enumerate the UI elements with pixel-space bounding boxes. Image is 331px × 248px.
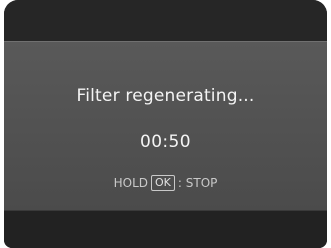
ok-key-icon: OK xyxy=(151,175,175,191)
dialog-title: Filter regenerating... xyxy=(76,86,255,106)
stop-hint: HOLD OK : STOP xyxy=(4,175,327,191)
top-bar xyxy=(4,0,327,41)
hint-hold-label: HOLD xyxy=(113,176,149,190)
display-screen: Filter regenerating... 00:50 HOLD OK : S… xyxy=(4,0,327,248)
countdown-timer: 00:50 xyxy=(140,132,191,152)
display-frame: Filter regenerating... 00:50 HOLD OK : S… xyxy=(0,0,331,248)
hint-stop-label: : STOP xyxy=(177,176,218,190)
filter-regeneration-dialog: Filter regenerating... 00:50 HOLD OK : S… xyxy=(4,41,327,211)
bottom-bar xyxy=(4,211,327,248)
